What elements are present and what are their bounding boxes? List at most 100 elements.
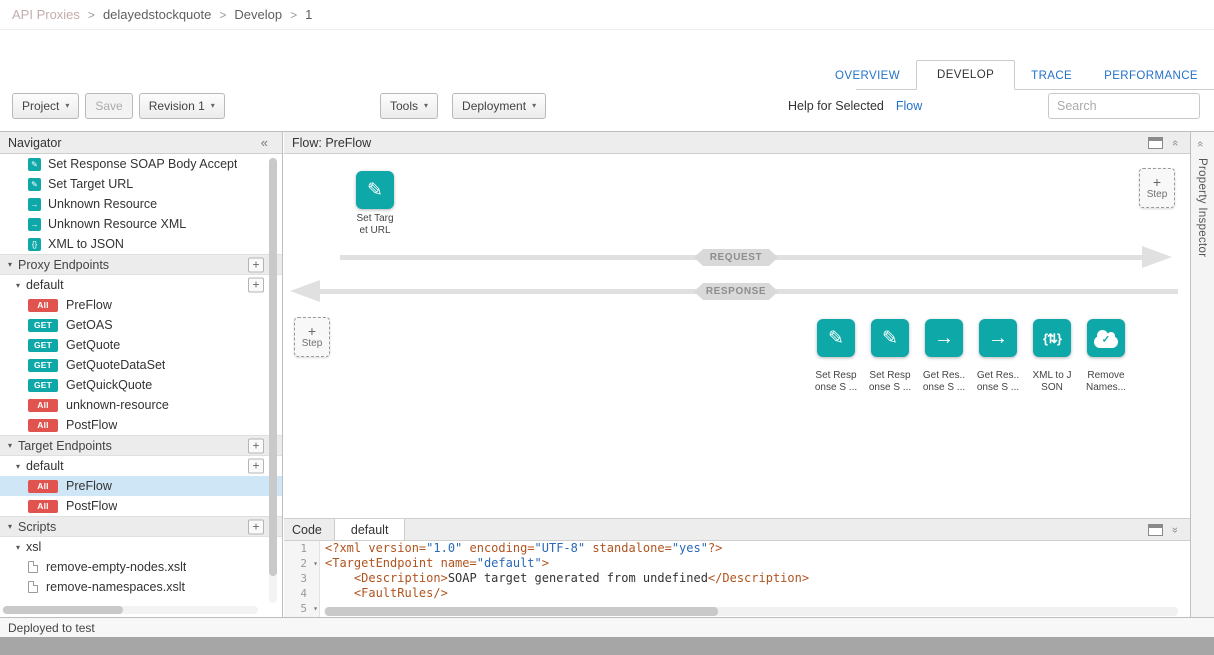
- tab-trace[interactable]: TRACE: [1015, 63, 1088, 89]
- nav-policy-xml-to-json[interactable]: {}XML to JSON: [0, 234, 282, 254]
- toggle-panel-icon[interactable]: [1148, 524, 1163, 536]
- response-label: RESPONSE: [694, 283, 778, 300]
- method-badge: All: [28, 500, 58, 513]
- nav-label: remove-empty-nodes.xslt: [46, 560, 186, 574]
- project-button[interactable]: Project ▾: [12, 93, 79, 119]
- caret-down-icon: ▾: [65, 102, 69, 110]
- method-badge: GET: [28, 359, 58, 372]
- nav-label: PreFlow: [66, 479, 112, 493]
- nav-flow-preflow[interactable]: All PreFlow: [0, 476, 282, 496]
- tab-develop[interactable]: DEVELOP: [916, 60, 1015, 90]
- code-token: <?xml version=: [325, 541, 426, 555]
- nav-group-default[interactable]: ▾default+: [0, 456, 282, 476]
- scrollbar-thumb[interactable]: [269, 158, 277, 576]
- gutter-line: 3: [284, 571, 319, 586]
- arrow-icon: →: [28, 218, 41, 231]
- bottom-strip: [0, 637, 1214, 655]
- save-button[interactable]: Save: [85, 93, 132, 119]
- add-step-button[interactable]: + Step: [294, 317, 330, 357]
- flow-step-set-resp-onse-s[interactable]: ✎: [871, 319, 909, 357]
- add-button[interactable]: +: [248, 278, 264, 293]
- tab-overview[interactable]: OVERVIEW: [819, 63, 916, 89]
- tools-button-label: Tools: [390, 99, 418, 113]
- nav-section-target-endpoints[interactable]: ▾Target Endpoints+: [0, 435, 282, 456]
- nav-file-remove-empty-nodes-xslt[interactable]: remove-empty-nodes.xslt: [0, 557, 282, 577]
- breadcrumb-item-1[interactable]: 1: [305, 7, 312, 22]
- method-badge: All: [28, 399, 58, 412]
- nav-policy-unknown-resource-xml[interactable]: →Unknown Resource XML: [0, 214, 282, 234]
- flow-step-get-res-onse-s[interactable]: →: [925, 319, 963, 357]
- nav-flow-getoas[interactable]: GETGetOAS: [0, 315, 282, 335]
- flow-step-remove-names[interactable]: ✓: [1087, 319, 1125, 357]
- nav-flow-postflow[interactable]: AllPostFlow: [0, 415, 282, 435]
- plus-icon: +: [308, 325, 316, 338]
- breadcrumb-item-develop[interactable]: Develop: [234, 7, 282, 22]
- nav-flow-getquote[interactable]: GETGetQuote: [0, 335, 282, 355]
- nav-label: XML to JSON: [48, 237, 124, 251]
- breadcrumb-item-delayedstockquote[interactable]: delayedstockquote: [103, 7, 211, 22]
- flow-step-label: RemoveNames...: [1077, 370, 1135, 394]
- nav-policy-unknown-resource[interactable]: →Unknown Resource: [0, 194, 282, 214]
- flow-step-get-res-onse-s[interactable]: →: [979, 319, 1017, 357]
- revision-button[interactable]: Revision 1 ▾: [139, 93, 225, 119]
- nav-policy-set-response-soap-body-accept[interactable]: ✎Set Response SOAP Body Accept: [0, 154, 282, 174]
- add-button[interactable]: +: [248, 257, 264, 272]
- gutter-line: 4: [284, 586, 319, 601]
- help-flow-link[interactable]: Flow: [896, 99, 922, 113]
- breadcrumb-item-api-proxies[interactable]: API Proxies: [12, 7, 80, 22]
- nav-flow-getquotedataset[interactable]: GETGetQuoteDataSet: [0, 355, 282, 375]
- code-editor[interactable]: 12▾345▾ <?xml version="1.0" encoding="UT…: [284, 541, 1190, 617]
- code-line: <TargetEndpoint name="default">: [325, 556, 1190, 571]
- nav-label: PreFlow: [66, 298, 112, 312]
- collapse-panel-down-icon[interactable]: «: [1169, 526, 1181, 532]
- scrollbar-thumb[interactable]: [325, 607, 718, 616]
- code-tab-default[interactable]: default: [334, 519, 406, 540]
- code-token: ?>: [708, 541, 722, 555]
- tab-performance[interactable]: PERFORMANCE: [1088, 63, 1214, 89]
- add-step-button[interactable]: + Step: [1139, 168, 1175, 208]
- tools-button[interactable]: Tools ▾: [380, 93, 438, 119]
- deployment-button[interactable]: Deployment ▾: [452, 93, 546, 119]
- breadcrumb-separator: >: [219, 8, 226, 22]
- add-button[interactable]: +: [248, 438, 264, 453]
- fold-toggle-icon[interactable]: ▾: [313, 604, 318, 613]
- step-label-line: Get Res..: [915, 370, 973, 382]
- nav-flow-preflow[interactable]: AllPreFlow: [0, 295, 282, 315]
- nav-file-remove-namespaces-xslt[interactable]: remove-namespaces.xslt: [0, 577, 282, 597]
- nav-section-proxy-endpoints[interactable]: ▾Proxy Endpoints+: [0, 254, 282, 275]
- code-horizontal-scrollbar[interactable]: [324, 607, 1178, 616]
- navigator-horizontal-scrollbar[interactable]: [2, 606, 258, 614]
- add-button[interactable]: +: [248, 519, 264, 534]
- nav-group-default[interactable]: ▾default+: [0, 275, 282, 295]
- file-icon: [28, 581, 38, 593]
- nav-section-scripts[interactable]: ▾Scripts+: [0, 516, 282, 537]
- toggle-panel-icon[interactable]: [1148, 137, 1163, 149]
- breadcrumb-separator: >: [290, 8, 297, 22]
- arrow-icon: →: [28, 198, 41, 211]
- nav-flow-unknown-resource[interactable]: Allunknown-resource: [0, 395, 282, 415]
- collapse-navigator-icon[interactable]: «: [261, 135, 274, 150]
- code-token: "yes": [672, 541, 708, 555]
- scrollbar-thumb[interactable]: [3, 606, 123, 614]
- toolbar-middle-group: Tools ▾ Deployment ▾: [380, 93, 546, 119]
- expand-property-inspector-icon[interactable]: «: [1194, 141, 1206, 147]
- code-token: "1.0": [426, 541, 462, 555]
- nav-flow-postflow[interactable]: AllPostFlow: [0, 496, 282, 516]
- nav-group-xsl[interactable]: ▾xsl: [0, 537, 282, 557]
- flow-step-set-resp-onse-s[interactable]: ✎: [817, 319, 855, 357]
- collapse-panel-up-icon[interactable]: «: [1169, 139, 1181, 145]
- navigator-vertical-scrollbar[interactable]: [269, 158, 277, 603]
- property-inspector-strip[interactable]: « Property Inspector: [1190, 132, 1214, 617]
- help-area: Help for Selected Flow: [788, 99, 922, 113]
- nav-flow-getquickquote[interactable]: GETGetQuickQuote: [0, 375, 282, 395]
- nav-policy-set-target-url[interactable]: ✎Set Target URL: [0, 174, 282, 194]
- add-button[interactable]: +: [248, 459, 264, 474]
- nav-label: GetQuote: [66, 338, 120, 352]
- fold-toggle-icon[interactable]: ▾: [313, 559, 318, 568]
- search-input[interactable]: [1048, 93, 1200, 119]
- add-step-label: Step: [1147, 189, 1168, 200]
- method-badge: All: [28, 480, 58, 493]
- flow-step-xml-to-j-son[interactable]: {⇅}: [1033, 319, 1071, 357]
- flow-step-set-targ-et-url[interactable]: ✎: [356, 171, 394, 209]
- nav-label: Scripts: [18, 520, 56, 534]
